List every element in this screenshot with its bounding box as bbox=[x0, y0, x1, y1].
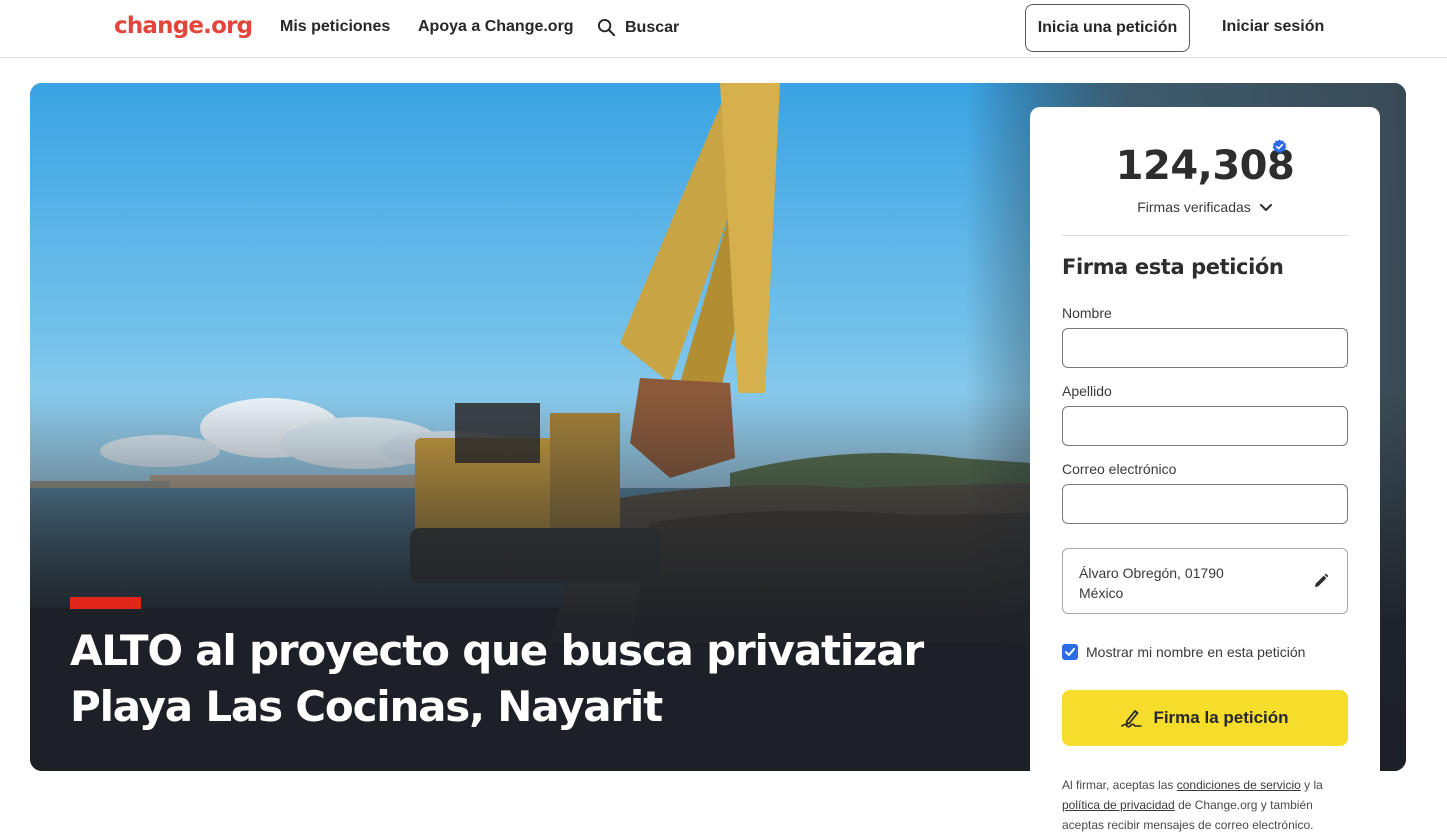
change-org-logo[interactable]: change.org bbox=[114, 13, 253, 39]
search-icon bbox=[597, 18, 616, 37]
nombre-label: Nombre bbox=[1062, 305, 1112, 321]
petition-title: ALTO al proyecto que busca privatizar Pl… bbox=[70, 626, 924, 731]
nav-apoya[interactable]: Apoya a Change.org bbox=[418, 18, 574, 36]
hero-accent-bar bbox=[70, 597, 141, 609]
card-divider bbox=[1062, 235, 1348, 236]
location-line-1: Álvaro Obregón, 01790 bbox=[1079, 565, 1224, 581]
legal-middle: y la bbox=[1300, 778, 1323, 792]
start-petition-button[interactable]: Inicia una petición bbox=[1025, 4, 1190, 52]
show-name-row: Mostrar mi nombre en esta petición bbox=[1062, 644, 1305, 660]
signature-pen-icon bbox=[1121, 710, 1143, 728]
sign-petition-card: 124,308 Firmas verificadas Firma esta pe… bbox=[1030, 107, 1380, 837]
privacy-link[interactable]: política de privacidad bbox=[1062, 798, 1175, 812]
legal-notice: Al firmar, aceptas las condiciones de se… bbox=[1062, 775, 1352, 835]
correo-label: Correo electrónico bbox=[1062, 461, 1177, 477]
apellido-field[interactable] bbox=[1062, 406, 1348, 446]
location-line-2: México bbox=[1079, 585, 1124, 601]
chevron-down-icon bbox=[1259, 204, 1272, 211]
pencil-icon[interactable] bbox=[1313, 573, 1329, 589]
verified-badge-icon bbox=[1272, 139, 1287, 154]
show-name-checkbox[interactable] bbox=[1062, 644, 1078, 660]
nav-buscar-label: Buscar bbox=[625, 18, 680, 36]
verified-signatures-toggle[interactable]: Firmas verificadas bbox=[1030, 199, 1380, 215]
checkmark-icon bbox=[1065, 648, 1075, 656]
nav-buscar[interactable]: Buscar bbox=[597, 18, 679, 37]
apellido-label: Apellido bbox=[1062, 383, 1112, 399]
terms-link[interactable]: condiciones de servicio bbox=[1177, 778, 1301, 792]
top-header: change.org Mis peticiones Apoya a Change… bbox=[0, 0, 1447, 58]
login-link[interactable]: Iniciar sesión bbox=[1222, 18, 1324, 36]
nombre-field[interactable] bbox=[1062, 328, 1348, 368]
signature-count: 124,308 bbox=[1115, 143, 1295, 189]
signature-count-row: 124,308 bbox=[1030, 143, 1380, 189]
sign-petition-label: Firma la petición bbox=[1153, 708, 1289, 727]
sign-card-title: Firma esta petición bbox=[1062, 255, 1284, 279]
show-name-label: Mostrar mi nombre en esta petición bbox=[1086, 644, 1306, 660]
location-selector[interactable]: Álvaro Obregón, 01790 México bbox=[1062, 548, 1348, 614]
legal-prefix: Al firmar, aceptas las bbox=[1062, 778, 1177, 792]
location-text: Álvaro Obregón, 01790 México bbox=[1079, 563, 1224, 603]
nav-mis-peticiones[interactable]: Mis peticiones bbox=[280, 18, 390, 36]
verified-signatures-label: Firmas verificadas bbox=[1137, 199, 1251, 215]
sign-petition-button[interactable]: Firma la petición bbox=[1062, 690, 1348, 746]
email-field[interactable] bbox=[1062, 484, 1348, 524]
